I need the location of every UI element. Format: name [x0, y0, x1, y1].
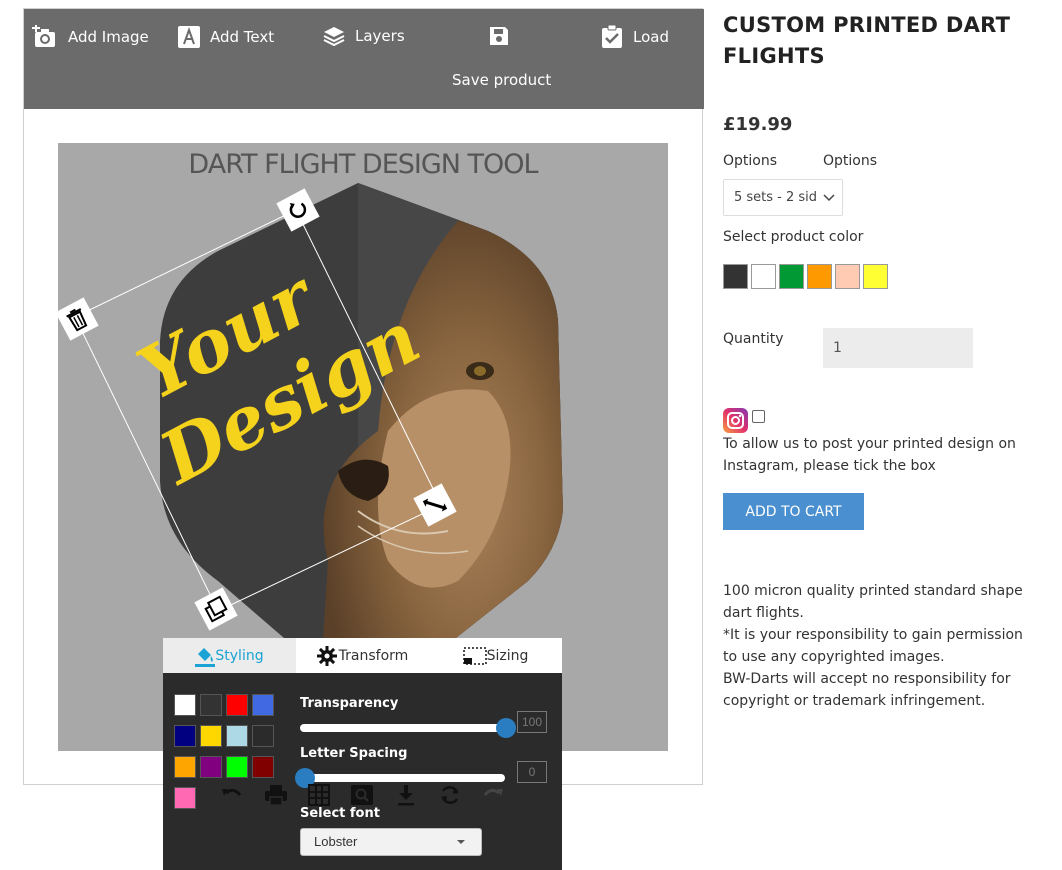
gear-icon — [316, 645, 337, 666]
product-color-swatch[interactable] — [751, 264, 776, 289]
transparency-slider-knob[interactable] — [496, 718, 516, 738]
description-line: 100 micron quality printed standard shap… — [723, 583, 1023, 621]
grid-icon[interactable] — [308, 784, 330, 806]
letter-spacing-label: Letter Spacing — [300, 746, 408, 761]
copy-icon — [204, 595, 228, 623]
load-button[interactable]: Load — [601, 25, 669, 49]
product-color-swatch[interactable] — [807, 264, 832, 289]
add-image-label: Add Image — [68, 28, 149, 46]
resize-arrows-icon — [422, 498, 448, 512]
chevron-down-icon — [816, 180, 842, 215]
tab-styling-label: Styling — [215, 647, 264, 664]
product-color-swatch[interactable] — [835, 264, 860, 289]
layers-icon — [323, 27, 345, 47]
color-swatch[interactable] — [174, 787, 196, 809]
paint-bucket-icon — [195, 647, 216, 667]
product-color-swatch[interactable] — [863, 264, 888, 289]
tab-styling[interactable]: Styling — [163, 638, 296, 673]
font-select-value: Lobster — [314, 834, 358, 849]
redo-icon[interactable] — [481, 785, 505, 805]
rotate-icon — [289, 202, 307, 218]
add-image-button[interactable]: Add Image — [32, 25, 149, 49]
designer-toolbar: Add Image Add Text Layers Save product L… — [24, 9, 704, 109]
preview-zoom-icon[interactable] — [351, 785, 373, 805]
color-swatch[interactable] — [226, 756, 248, 778]
save-product-label[interactable]: Save product — [452, 71, 551, 89]
transparency-value[interactable]: 100 — [517, 711, 547, 733]
options-select[interactable]: 5 sets - 2 sides — [723, 179, 843, 216]
description-line: BW-Darts will accept no responsibility f… — [723, 671, 1011, 709]
product-color-swatch[interactable] — [723, 264, 748, 289]
tab-sizing-label: Sizing — [486, 647, 529, 664]
instagram-consent-checkbox[interactable] — [752, 410, 765, 423]
color-swatch[interactable] — [174, 725, 196, 747]
add-image-icon — [32, 25, 55, 47]
text-icon — [178, 26, 200, 48]
options-label-2: Options — [823, 153, 878, 169]
layers-button[interactable]: Layers — [323, 25, 405, 47]
add-text-label: Add Text — [210, 28, 275, 46]
save-icon — [490, 27, 508, 45]
transparency-label: Transparency — [300, 696, 399, 711]
text-styling-panel: Styling Transform Sizing Transparency 10… — [163, 638, 562, 870]
load-label: Load — [633, 28, 669, 46]
add-text-button[interactable]: Add Text — [178, 25, 274, 49]
color-swatch[interactable] — [174, 756, 196, 778]
product-title: CUSTOM PRINTED DART FLIGHTS — [723, 13, 1011, 68]
product-color-swatch[interactable] — [779, 264, 804, 289]
color-label: Select product color — [723, 229, 864, 245]
clipboard-check-icon — [602, 25, 622, 48]
color-swatch[interactable] — [174, 694, 196, 716]
panel-tabs: Styling Transform Sizing — [163, 638, 562, 673]
color-swatch[interactable] — [252, 725, 274, 747]
select-font-label: Select font — [300, 806, 380, 821]
download-icon[interactable] — [396, 784, 416, 806]
letter-spacing-value[interactable]: 0 — [517, 761, 547, 783]
color-swatch[interactable] — [252, 756, 274, 778]
quantity-label: Quantity — [723, 331, 784, 347]
color-swatch[interactable] — [252, 694, 274, 716]
color-swatch[interactable] — [200, 756, 222, 778]
color-swatch[interactable] — [200, 694, 222, 716]
instagram-consent-text: To allow us to post your printed design … — [723, 436, 1016, 474]
quantity-input[interactable] — [823, 328, 973, 368]
tab-transform-label: Transform — [338, 647, 409, 664]
tab-transform[interactable]: Transform — [296, 638, 429, 673]
color-swatch[interactable] — [226, 694, 248, 716]
undo-icon[interactable] — [220, 785, 244, 805]
layers-label: Layers — [355, 27, 405, 45]
options-label-1: Options — [723, 153, 778, 169]
tab-sizing[interactable]: Sizing — [429, 638, 562, 673]
caret-down-icon — [457, 840, 465, 844]
sizing-icon — [462, 646, 487, 665]
add-to-cart-button[interactable]: ADD TO CART — [723, 493, 864, 530]
color-swatch[interactable] — [226, 725, 248, 747]
font-select[interactable]: Lobster — [300, 828, 482, 856]
trash-icon — [66, 308, 88, 332]
product-description: 100 micron quality printed standard shap… — [723, 580, 1038, 712]
instagram-icon — [723, 408, 748, 433]
description-line: *It is your responsibility to gain permi… — [723, 627, 1023, 665]
color-swatch[interactable] — [200, 725, 222, 747]
save-button[interactable] — [488, 25, 520, 47]
product-price: £19.99 — [723, 114, 793, 135]
transparency-slider[interactable] — [300, 724, 505, 732]
refresh-icon[interactable] — [439, 784, 461, 806]
print-icon[interactable] — [264, 784, 288, 806]
letter-spacing-slider[interactable] — [300, 774, 505, 782]
